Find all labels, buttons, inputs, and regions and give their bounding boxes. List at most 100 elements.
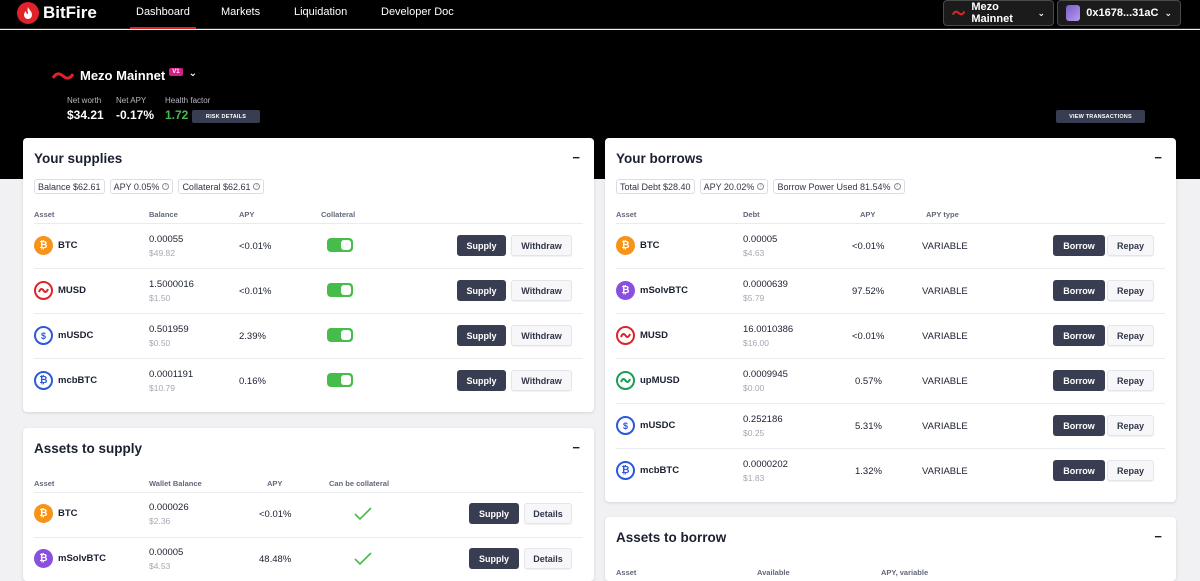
details-button[interactable]: Details <box>524 503 572 524</box>
asset-cell[interactable]: ₿ BTC <box>34 236 78 255</box>
apy-type-cell: VARIABLE <box>922 466 968 477</box>
bitcoin-icon: ₿ <box>34 504 53 523</box>
apy-cell: 1.32% <box>855 466 882 477</box>
withdraw-button[interactable]: Withdraw <box>511 280 572 301</box>
balance-cell: 1.5000016 $1.50 <box>149 279 194 303</box>
info-icon[interactable]: i <box>162 183 170 190</box>
apy-cell: <0.01% <box>852 241 885 252</box>
check-icon <box>354 507 372 521</box>
apy-cell: 0.16% <box>239 376 266 387</box>
collateral-toggle[interactable] <box>327 328 353 342</box>
table-row: upMUSD 0.0009945 $0.00 0.57% VARIABLE Bor… <box>605 359 1176 403</box>
col-balance: Balance <box>149 210 178 219</box>
apy-cell: 0.57% <box>855 376 882 387</box>
version-badge: V1 <box>169 67 183 76</box>
view-transactions-button[interactable]: VIEW TRANSACTIONS <box>1056 110 1145 123</box>
borrow-button[interactable]: Borrow <box>1053 460 1105 481</box>
debt-cell: 0.00005 $4.63 <box>743 234 778 258</box>
withdraw-button[interactable]: Withdraw <box>511 325 572 346</box>
col-apy: APY <box>267 479 283 488</box>
col-can-be-collateral: Can be collateral <box>329 479 390 488</box>
debt-cell: 0.252186 $0.25 <box>743 414 783 438</box>
asset-cell[interactable]: ₿ BTC <box>34 504 78 523</box>
apy-type-cell: VARIABLE <box>922 286 968 297</box>
cbbtc-icon: ₿ <box>616 461 635 480</box>
borrow-button[interactable]: Borrow <box>1053 235 1105 256</box>
info-icon[interactable]: i <box>757 183 765 190</box>
withdraw-button[interactable]: Withdraw <box>511 235 572 256</box>
asset-cell[interactable]: upMUSD <box>616 371 680 390</box>
supply-button[interactable]: Supply <box>457 325 506 346</box>
asset-cell[interactable]: ₿ mSolvBTC <box>34 549 106 568</box>
nav-dashboard[interactable]: Dashboard <box>130 0 196 29</box>
asset-cell[interactable]: ₿ mcbBTC <box>616 461 679 480</box>
asset-cell[interactable]: ₿ mcbBTC <box>34 371 97 390</box>
info-icon[interactable]: i <box>253 183 261 190</box>
market-selector[interactable]: Mezo Mainnet V1 ⌄ <box>52 67 197 83</box>
net-worth: Net worth $34.21 <box>67 96 104 122</box>
musd-icon <box>34 281 53 300</box>
asset-cell[interactable]: ₿ mSolvBTC <box>616 281 688 300</box>
withdraw-button[interactable]: Withdraw <box>511 370 572 391</box>
collapse-button[interactable]: − <box>572 440 580 455</box>
borrow-power-pill: Borrow Power Used 81.54% i <box>773 179 905 194</box>
collateral-toggle[interactable] <box>327 283 353 297</box>
supply-button[interactable]: Supply <box>457 280 506 301</box>
bitcoin-icon: ₿ <box>616 236 635 255</box>
supply-button[interactable]: Supply <box>457 370 506 391</box>
market-name: Mezo Mainnet <box>80 68 166 83</box>
borrow-button[interactable]: Borrow <box>1053 325 1105 346</box>
wallet-balance-cell: 0.00005 $4.53 <box>149 547 184 571</box>
collapse-button[interactable]: − <box>1154 150 1162 165</box>
col-asset: Asset <box>616 568 637 577</box>
brand-logo[interactable]: BitFire <box>17 2 97 24</box>
asset-cell[interactable]: ₿ BTC <box>616 236 660 255</box>
col-collateral: Collateral <box>321 210 356 219</box>
asset-cell[interactable]: $ mUSDC <box>34 326 93 345</box>
nav-markets[interactable]: Markets <box>221 0 260 29</box>
debt-cell: 0.0000202 $1.83 <box>743 459 788 483</box>
repay-button[interactable]: Repay <box>1107 325 1154 346</box>
collapse-button[interactable]: − <box>572 150 580 165</box>
brand-name: BitFire <box>43 3 97 22</box>
check-icon <box>354 552 372 566</box>
borrow-button[interactable]: Borrow <box>1053 280 1105 301</box>
details-button[interactable]: Details <box>524 548 572 569</box>
asset-cell[interactable]: MUSD <box>34 281 86 300</box>
mezo-icon <box>952 10 966 16</box>
assets-to-supply-panel: Assets to supply − Asset Wallet Balance … <box>23 428 594 581</box>
asset-cell[interactable]: $ mUSDC <box>616 416 675 435</box>
repay-button[interactable]: Repay <box>1107 235 1154 256</box>
balance-cell: 0.00055 $49.82 <box>149 234 184 258</box>
asset-cell[interactable]: MUSD <box>616 326 668 345</box>
table-row: ₿ BTC 0.00055 $49.82 <0.01% Supply Withdra… <box>23 224 594 268</box>
supply-button[interactable]: Supply <box>469 503 519 524</box>
debt-cell: 0.0009945 $0.00 <box>743 369 788 393</box>
col-apy: APY <box>239 210 255 219</box>
nav-developer-doc[interactable]: Developer Doc <box>381 0 454 29</box>
apy-type-cell: VARIABLE <box>922 331 968 342</box>
supply-button[interactable]: Supply <box>469 548 519 569</box>
collateral-toggle[interactable] <box>327 238 353 252</box>
upmusd-icon <box>616 371 635 390</box>
nav-liquidation[interactable]: Liquidation <box>294 0 347 29</box>
borrow-button[interactable]: Borrow <box>1053 415 1105 436</box>
repay-button[interactable]: Repay <box>1107 370 1154 391</box>
borrows-summary: Total Debt $28.40 APY 20.02% i Borrow Pow… <box>616 179 905 194</box>
solvbtc-icon: ₿ <box>616 281 635 300</box>
supply-button[interactable]: Supply <box>457 235 506 256</box>
apy-cell: <0.01% <box>259 509 292 520</box>
total-debt-pill: Total Debt $28.40 <box>616 179 695 194</box>
network-selector[interactable]: Mezo Mainnet ⌄ <box>943 0 1054 26</box>
table-row: ₿ BTC 0.00005 $4.63 <0.01% VARIABLE Borrow… <box>605 224 1176 268</box>
info-icon[interactable]: i <box>893 183 901 190</box>
risk-details-button[interactable]: RISK DETAILS <box>192 110 260 123</box>
borrow-button[interactable]: Borrow <box>1053 370 1105 391</box>
collapse-button[interactable]: − <box>1154 529 1162 544</box>
wallet-button[interactable]: 0x1678...31aC ⌄ <box>1057 0 1181 26</box>
collateral-toggle[interactable] <box>327 373 353 387</box>
repay-button[interactable]: Repay <box>1107 280 1154 301</box>
repay-button[interactable]: Repay <box>1107 460 1154 481</box>
apy-cell: <0.01% <box>852 331 885 342</box>
repay-button[interactable]: Repay <box>1107 415 1154 436</box>
